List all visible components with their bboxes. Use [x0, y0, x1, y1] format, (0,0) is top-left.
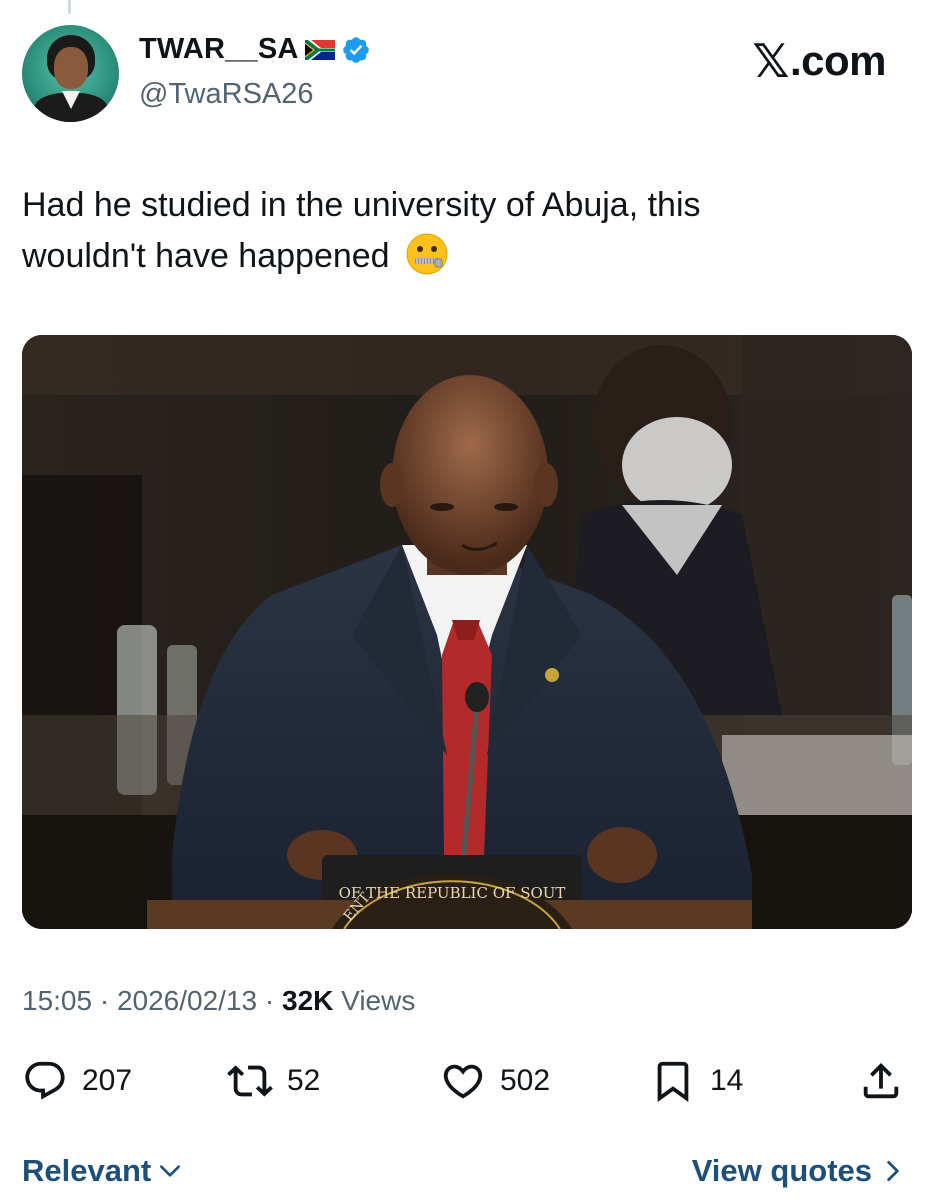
sort-relevant-dropdown[interactable]: Relevant — [22, 1153, 183, 1189]
tweet-time[interactable]: 15:05 — [22, 985, 92, 1016]
podium-seal-text: OF THE REPUBLIC OF SOUT — [339, 884, 566, 902]
share-button[interactable] — [858, 1058, 904, 1104]
brand-suffix: .com — [789, 37, 887, 84]
action-bar: 207 52 502 14 — [22, 1058, 912, 1106]
reply-count: 207 — [82, 1064, 133, 1097]
chevron-right-icon — [887, 1160, 899, 1182]
author-name-text: TWAR__SA — [139, 33, 299, 65]
sort-label: Relevant — [22, 1153, 152, 1188]
tweet-photo[interactable]: OF THE REPUBLIC OF SOUT ENT — [22, 335, 912, 929]
tweet-date[interactable]: 2026/02/13 — [117, 985, 257, 1016]
thread-connector-line — [68, 0, 71, 14]
heart-icon — [443, 1064, 483, 1099]
chevron-down-icon — [160, 1165, 181, 1177]
views-label: Views — [333, 985, 416, 1016]
tweet-text: Had he studied in the university of Abuj… — [22, 180, 902, 282]
author-display-name[interactable]: TWAR__SA — [139, 33, 371, 66]
bookmark-count: 14 — [710, 1064, 744, 1097]
view-quotes-label: View quotes — [691, 1153, 872, 1188]
tweet-text-line2: wouldn't have happened — [22, 237, 390, 275]
meta-separator: · — [257, 985, 282, 1016]
reply-button[interactable]: 207 — [22, 1058, 132, 1104]
tweet-text-line1: Had he studied in the university of Abuj… — [22, 186, 701, 224]
x-com-watermark: 𝕏 .com — [752, 34, 886, 88]
author-handle[interactable]: @TwaRSA26 — [139, 78, 314, 111]
reply-icon — [25, 1061, 65, 1100]
repost-icon — [227, 1065, 273, 1097]
repost-count: 52 — [287, 1064, 321, 1097]
view-quotes-link[interactable]: View quotes — [692, 1153, 904, 1189]
photo-man-at-podium: OF THE REPUBLIC OF SOUT ENT — [22, 335, 912, 929]
bookmark-icon — [657, 1061, 689, 1102]
like-button[interactable]: 502 — [440, 1058, 550, 1104]
meta-separator: · — [92, 985, 117, 1016]
avatar[interactable] — [22, 25, 119, 122]
reply-footer: Relevant View quotes — [22, 1153, 912, 1197]
zipper-mouth-face-icon — [406, 233, 448, 275]
repost-button[interactable]: 52 — [227, 1058, 320, 1104]
south-africa-flag-icon — [304, 39, 335, 60]
x-logo-icon: 𝕏 — [752, 35, 789, 87]
like-count: 502 — [500, 1064, 551, 1097]
bookmark-button[interactable]: 14 — [650, 1058, 743, 1104]
tweet-meta: 15:05 · 2026/02/13 · 32K Views — [22, 985, 415, 1017]
verified-badge-icon — [342, 36, 369, 63]
share-icon — [863, 1062, 899, 1099]
views-count: 32K — [282, 985, 334, 1016]
